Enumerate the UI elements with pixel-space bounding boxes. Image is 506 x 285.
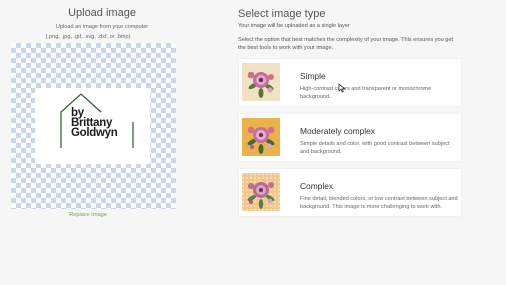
moderately-complex-thumbnail	[242, 118, 280, 156]
select-type-title: Select image type	[238, 8, 326, 20]
upload-panel: Upload image Upload an image from your c…	[0, 0, 204, 285]
select-type-description: Select the option that best matches the …	[238, 37, 454, 51]
complex-title: Complex	[300, 181, 334, 191]
flower-bouquet-icon	[242, 63, 280, 101]
mouse-pointer-icon	[338, 83, 346, 93]
complex-thumbnail	[242, 173, 280, 211]
single-layer-note: Your image will be uploaded as a single …	[238, 23, 350, 29]
upload-title: Upload image	[68, 7, 136, 19]
logo-line-goldwyn: Goldwyn	[71, 127, 118, 139]
option-simple[interactable]: Simple High-contrast colors and transpar…	[239, 59, 461, 106]
complex-description: Fine detail, blended colors, or low cont…	[300, 196, 458, 210]
replace-image-link[interactable]: Replace Image	[11, 212, 165, 218]
logo-text: by Brittany Goldwyn	[71, 107, 118, 139]
simple-thumbnail	[242, 63, 280, 101]
simple-title: Simple	[300, 71, 326, 81]
upload-subtitle: Upload an image from your computer	[55, 24, 149, 30]
uploaded-image-preview: by Brittany Goldwyn	[35, 88, 150, 164]
option-moderately-complex[interactable]: Moderately complex Simple details and co…	[239, 114, 461, 161]
simple-description: High-contrast colors and transparent or …	[300, 86, 432, 100]
moderately-complex-description: Simple details and color, with good cont…	[300, 141, 450, 155]
upload-formats: (.png, .jpg, .gif, .svg, .dxf, or .bmp)	[45, 34, 131, 40]
flower-bouquet-icon	[242, 173, 280, 211]
option-complex[interactable]: Complex Fine detail, blended colors, or …	[239, 169, 461, 216]
flower-bouquet-icon	[242, 118, 280, 156]
image-type-panel: Select image type Your image will be upl…	[238, 0, 506, 285]
moderately-complex-title: Moderately complex	[300, 126, 375, 136]
